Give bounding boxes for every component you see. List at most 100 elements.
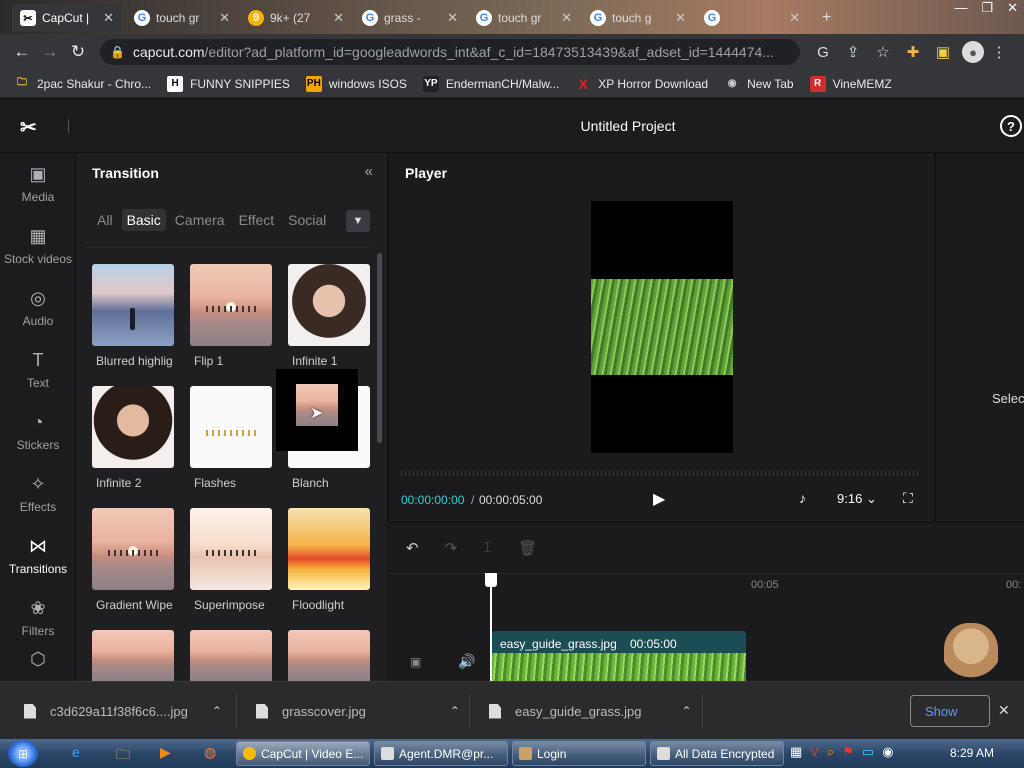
chevron-up-icon[interactable]: ⌃ [212,704,222,718]
tray-search-icon[interactable]: ⌕ [827,744,834,760]
close-tab-icon[interactable]: ✕ [103,10,114,26]
transition-thumb-blurred-highlight[interactable] [92,264,174,346]
volume-icon[interactable]: 🔊 [458,653,475,670]
play-icon[interactable]: ▶ [653,489,665,509]
bookmark-item[interactable]: X XP Horror Download [575,76,709,92]
download-item[interactable]: easy_guide_grass.jpg ⌃ [489,682,692,740]
transition-thumb-infinite-1[interactable] [288,264,370,346]
transition-thumb-superimpose[interactable] [190,508,272,590]
redo-icon[interactable]: ↷ [445,539,458,557]
transition-thumb-floodlight[interactable] [288,508,370,590]
tab-all[interactable]: All [92,209,118,231]
panel-scrollbar[interactable] [377,253,382,443]
tiktok-icon[interactable]: ♪ [799,490,806,506]
file-explorer-icon[interactable]: 🗀 [116,744,130,768]
bookmark-item[interactable]: R VineMEMZ [809,75,892,92]
close-tab-icon[interactable]: ✕ [333,10,344,26]
project-title[interactable]: Untitled Project [0,118,1024,134]
sidebar-item-filters[interactable]: ❀ Filters [0,587,76,649]
close-tab-icon[interactable]: ✕ [561,10,572,26]
show-all-button[interactable]: Show [910,695,990,727]
tab-capcut[interactable]: ✂ CapCut | ✕ [12,4,122,32]
tab-google-1[interactable]: G touch gr ✕ [126,4,238,32]
tab-camera[interactable]: Camera [170,209,230,231]
maximize-icon[interactable]: ❐ [981,0,993,16]
address-bar[interactable]: 🔒 capcut.com/editor?ad_platform_id=googl… [100,39,800,65]
transition-thumb[interactable] [190,630,272,681]
google-lens-icon[interactable]: G [808,44,838,61]
forward-arrow-icon[interactable]: → [36,42,64,62]
sidebar-item-text[interactable]: T Text [0,339,76,401]
help-icon[interactable]: ? [1000,115,1022,137]
new-tab-button[interactable]: + [814,4,842,32]
back-arrow-icon[interactable]: ← [8,42,36,62]
bookmark-item[interactable]: ◉ New Tab [724,76,794,92]
taskbar-item-capcut[interactable]: CapCut | Video E... [236,741,370,766]
side-panel-icon[interactable]: ▣ [928,43,958,61]
timeline-clip[interactable]: easy_guide_grass.jpg 00:05:00 [492,631,746,682]
profile-avatar-icon[interactable]: ● [962,41,984,63]
transition-thumb-flip-1[interactable] [190,264,272,346]
sidebar-item-effects[interactable]: ✧ Effects [0,463,76,525]
tab-effect[interactable]: Effect [234,209,280,231]
chevron-up-icon[interactable]: ⌃ [450,704,460,718]
bookmark-star-icon[interactable]: ☆ [868,43,898,61]
close-tab-icon[interactable]: ✕ [789,10,800,26]
sidebar-item-more[interactable]: ⬡ [0,649,76,681]
close-downloads-icon[interactable]: ✕ [998,702,1010,719]
undo-icon[interactable]: ↶ [406,539,419,557]
tab-google-4[interactable]: G touch g ✕ [582,4,694,32]
taskbar-item-login[interactable]: Login [512,741,646,766]
aspect-ratio-dropdown[interactable]: 9:16 ⌄ [837,491,877,507]
tab-google-2[interactable]: G grass - ✕ [354,4,466,32]
tray-v-icon[interactable]: V [810,744,819,760]
tab-basic[interactable]: Basic [121,209,166,231]
bookmark-item[interactable]: PH windows ISOS [305,75,407,92]
download-item[interactable]: grasscover.jpg ⌃ [256,682,460,740]
download-item[interactable]: c3d629a11f38f6c6....jpg ⌃ [24,682,222,740]
transition-thumb-infinite-2[interactable] [92,386,174,468]
fullscreen-icon[interactable]: ⛶ [903,490,913,507]
taskbar-clock[interactable]: 8:29 AM [950,746,994,760]
tab-google-5[interactable]: G ✕ [696,4,808,32]
transition-thumb-gradient-wipe[interactable] [92,508,174,590]
tray-display-icon[interactable]: ▭ [862,744,874,760]
chevron-up-icon[interactable]: ⌃ [681,704,691,718]
tab-google-3[interactable]: G touch gr ✕ [468,4,580,32]
split-icon[interactable]: ⌶ [483,539,492,557]
taskbar-item-encrypted[interactable]: All Data Encrypted [650,741,784,766]
taskbar-item-agent[interactable]: Agent.DMR@pr... [374,741,508,766]
tab-mail[interactable]: 9 9k+ (27 ✕ [240,4,352,32]
media-player-icon[interactable]: ▶ [160,744,171,761]
browser-menu-icon[interactable]: ⋮ [984,43,1014,61]
collapse-panel-icon[interactable]: « [365,163,373,180]
internet-explorer-icon[interactable]: e [72,744,80,760]
sidebar-item-transitions[interactable]: ⋈ Transitions [0,525,76,587]
transition-thumb[interactable] [92,630,174,681]
tray-volume-icon[interactable]: ◉ [882,744,893,760]
playhead-handle[interactable] [485,573,497,587]
bookmark-item[interactable]: H FUNNY SNIPPIES [167,75,290,92]
close-window-icon[interactable]: ✕ [1007,0,1018,16]
firefox-icon[interactable]: ◍ [204,744,216,761]
minimize-icon[interactable]: — [954,0,967,16]
extensions-puzzle-icon[interactable]: ✚ [898,43,928,61]
sidebar-item-media[interactable]: ▣ Media [0,153,76,215]
sidebar-item-stickers[interactable]: ◔ Stickers [0,401,76,463]
bookmark-item[interactable]: YP EndermanCH/Malw... [422,75,559,92]
video-preview[interactable] [591,201,733,453]
start-button-icon[interactable]: ⊞ [8,740,38,767]
share-icon[interactable]: ⇪ [838,43,868,61]
tray-flag-icon[interactable]: ⚑ [842,744,854,760]
close-tab-icon[interactable]: ✕ [675,10,686,26]
reload-icon[interactable]: ↻ [64,42,92,62]
close-tab-icon[interactable]: ✕ [219,10,230,26]
tray-app-icon[interactable]: ▦ [790,744,802,760]
close-tab-icon[interactable]: ✕ [447,10,458,26]
sidebar-item-audio[interactable]: ◎ Audio [0,277,76,339]
tab-social[interactable]: Social [283,209,331,231]
player-scrubber[interactable] [401,471,919,476]
transition-thumb-flashes[interactable] [190,386,272,468]
bookmark-item[interactable]: 🗀 2pac Shakur - Chro... [14,76,151,92]
transition-thumb[interactable] [288,630,370,681]
